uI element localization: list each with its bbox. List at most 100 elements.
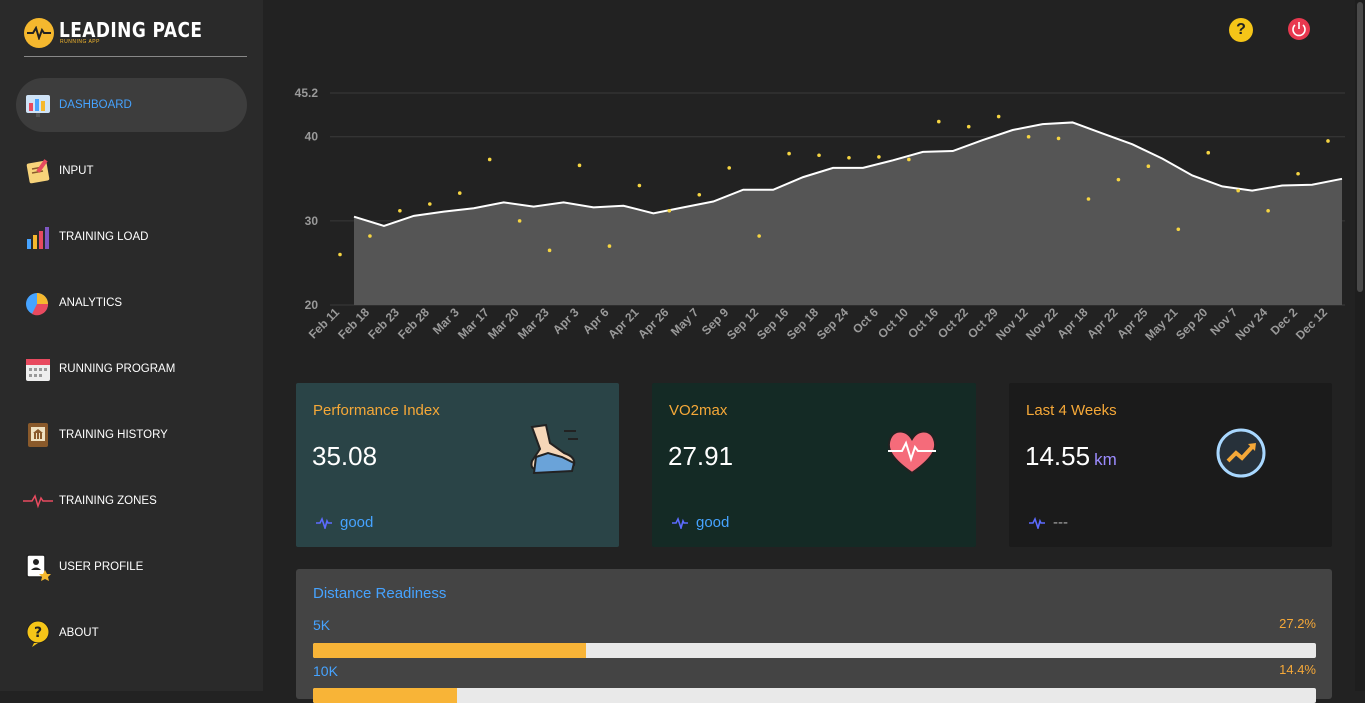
- app-logo[interactable]: LEADING PACE RUNNING APP: [24, 16, 247, 57]
- x-tick-label: Sep 20: [1173, 305, 1210, 342]
- readiness-pct-10k: 14.4%: [1279, 662, 1316, 677]
- data-point: [368, 234, 372, 238]
- card-value-number: 14.55: [1025, 441, 1091, 471]
- panel-title: Distance Readiness: [313, 585, 447, 602]
- sidebar-item-input[interactable]: INPUT: [16, 144, 247, 198]
- readiness-bar-fill: [313, 643, 586, 658]
- pulse-icon: [316, 516, 332, 529]
- card-status: ---: [1029, 514, 1068, 531]
- sidebar-item-training-history[interactable]: TRAINING HISTORY: [16, 408, 247, 462]
- readiness-pct-5k: 27.2%: [1279, 616, 1316, 631]
- sidebar-item-label: ABOUT: [59, 627, 99, 639]
- sidebar-item-training-load[interactable]: TRAINING LOAD: [16, 210, 247, 264]
- sidebar-item-training-zones[interactable]: TRAINING ZONES: [16, 474, 247, 528]
- data-point: [428, 202, 432, 206]
- card-performance-index: Performance Index 35.08 good: [296, 383, 619, 547]
- sidebar-item-running-program[interactable]: RUNNING PROGRAM: [16, 342, 247, 396]
- area-fill: [354, 122, 1342, 305]
- data-point: [847, 155, 851, 160]
- x-tick-label: May 7: [668, 305, 702, 339]
- data-point: [577, 163, 582, 168]
- data-point: [727, 166, 732, 170]
- data-point: [457, 191, 462, 195]
- sidebar-item-label: USER PROFILE: [59, 561, 144, 573]
- scrollbar-thumb[interactable]: [1357, 2, 1363, 292]
- data-point: [1326, 139, 1330, 143]
- card-status: good: [316, 514, 373, 531]
- data-point: [966, 124, 971, 129]
- sidebar-item-user-profile[interactable]: USER PROFILE: [16, 540, 247, 594]
- readiness-bar-10k: [313, 688, 1316, 703]
- x-tick-label: Apr 22: [1084, 305, 1121, 342]
- x-tick-label: Oct 10: [875, 305, 911, 341]
- card-status-text: good: [696, 514, 730, 531]
- data-point: [787, 151, 791, 156]
- data-point: [1086, 197, 1091, 201]
- y-tick-label: 40: [305, 130, 319, 144]
- data-point: [547, 248, 552, 253]
- x-tick-label: Sep 24: [814, 305, 851, 342]
- data-point: [517, 219, 522, 223]
- card-value-number: 35.08: [312, 441, 378, 471]
- data-point: [757, 234, 761, 238]
- notepad-icon: [23, 156, 53, 186]
- x-tick-label: Apr 26: [635, 305, 672, 342]
- dashboard-icon: [23, 90, 53, 120]
- x-tick-label: Nov 22: [1023, 305, 1061, 343]
- card-status: good: [672, 514, 729, 531]
- card-title: Last 4 Weeks: [1026, 402, 1117, 419]
- data-point: [637, 183, 642, 188]
- data-point: [697, 192, 702, 197]
- sidebar-item-label: DASHBOARD: [59, 99, 132, 111]
- data-point: [817, 153, 821, 158]
- card-value: 14.55 km: [1025, 441, 1117, 472]
- sidebar-item-label: RUNNING PROGRAM: [59, 363, 176, 375]
- x-tick-label: Mar 23: [515, 305, 552, 342]
- sidebar-item-label: TRAINING ZONES: [59, 495, 157, 507]
- help-glyph: ?: [1236, 21, 1246, 38]
- data-point: [877, 155, 881, 159]
- x-tick-label: Feb 18: [335, 305, 372, 342]
- heartbeat-icon: [23, 486, 53, 516]
- y-tick-label: 20: [305, 298, 319, 312]
- sidebar-item-label: TRAINING HISTORY: [59, 429, 168, 441]
- user-badge-icon: [23, 552, 53, 582]
- performance-chart: 45.2403020Feb 11Feb 18Feb 23Feb 28Mar 3M…: [295, 86, 1345, 343]
- y-tick-label: 45.2: [295, 86, 319, 100]
- x-tick-label: Mar 20: [485, 305, 522, 342]
- x-tick-label: Apr 21: [605, 305, 642, 342]
- power-icon[interactable]: [1288, 18, 1310, 40]
- question-icon: ?: [23, 618, 53, 648]
- data-point: [398, 208, 402, 213]
- x-tick-label: Mar 17: [455, 305, 492, 342]
- sidebar-item-analytics[interactable]: ANALYTICS: [16, 276, 247, 330]
- card-value: 27.91: [668, 441, 733, 472]
- card-title: VO2max: [669, 402, 728, 419]
- pulse-icon: [1029, 516, 1045, 529]
- x-tick-label: Feb 28: [395, 305, 432, 342]
- data-point: [1056, 136, 1061, 141]
- data-point: [1296, 171, 1300, 176]
- readiness-label-5k: 5K: [313, 617, 331, 633]
- data-point: [1236, 188, 1240, 193]
- x-tick-label: Sep 16: [754, 305, 791, 342]
- readiness-bar-5k: [313, 643, 1316, 658]
- help-icon[interactable]: ?: [1229, 18, 1253, 42]
- data-point: [907, 157, 911, 162]
- data-point: [1146, 164, 1151, 168]
- scrollbar[interactable]: [1355, 0, 1365, 691]
- sidebar-item-label: TRAINING LOAD: [59, 231, 149, 243]
- data-point: [607, 244, 612, 248]
- sidebar-item-dashboard[interactable]: DASHBOARD: [16, 78, 247, 132]
- distance-readiness-panel: Distance Readiness 5K 27.2% 10K 14.4%: [296, 569, 1332, 703]
- x-tick-label: Sep 18: [784, 305, 821, 342]
- heart-pulse-icon: [884, 427, 940, 483]
- data-point: [667, 208, 672, 213]
- history-book-icon: [23, 420, 53, 450]
- sidebar-item-about[interactable]: ? ABOUT: [16, 606, 247, 660]
- pulse-logo-icon: [24, 18, 54, 48]
- data-point: [1206, 150, 1211, 155]
- card-value-number: 27.91: [668, 441, 734, 471]
- x-tick-label: Sep 12: [724, 305, 761, 342]
- x-tick-label: May 21: [1142, 305, 1180, 343]
